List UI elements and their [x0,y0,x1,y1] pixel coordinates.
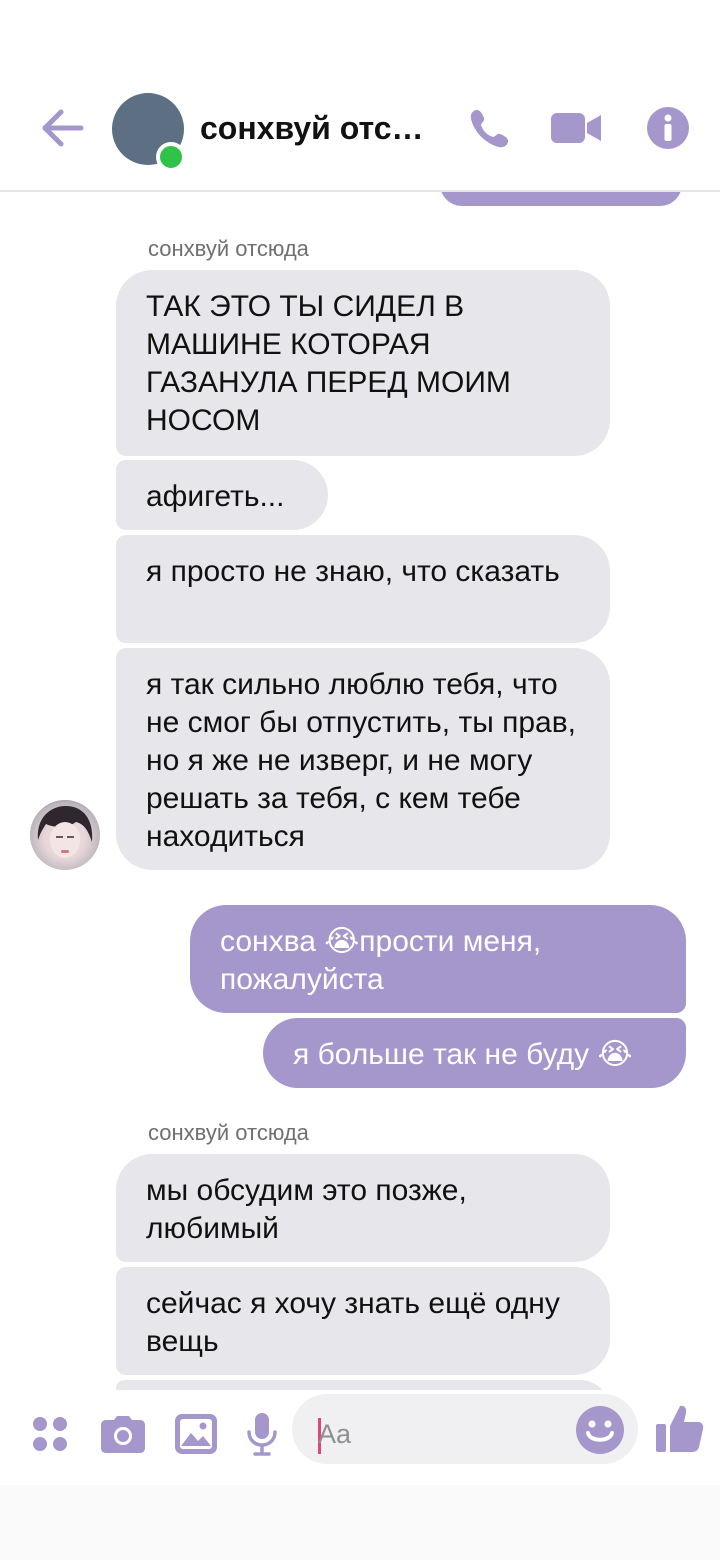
outgoing-message[interactable]: я больше так не буду 😭 [263,1018,686,1088]
apps-grid-icon [30,1414,70,1459]
voice-record-button[interactable] [242,1408,282,1464]
message-composer [0,1390,720,1485]
incoming-message[interactable]: мы обсудим это позже, любимый [116,1154,610,1262]
online-status-indicator [156,142,186,172]
incoming-message[interactable]: сейчас я хочу знать ещё одну вещь [116,1267,610,1375]
like-button[interactable] [654,1402,706,1458]
camera-button[interactable] [98,1408,148,1464]
message-text: я так сильно люблю тебя, что не смог бы … [146,668,576,853]
message-text: я просто не знаю, что сказать [146,555,560,588]
back-arrow-icon [39,108,85,153]
apps-button[interactable] [28,1408,72,1464]
crying-face-emoji: 😭 [324,924,360,959]
message-text: я больше так не буду [293,1038,598,1071]
phone-icon [466,104,514,157]
info-button[interactable] [642,102,694,158]
incoming-message[interactable]: я так сильно люблю тебя, что не смог бы … [116,648,610,870]
thumbs-up-icon [655,1402,705,1459]
message-text-part: сонхва [220,925,325,958]
incoming-message[interactable] [116,1380,610,1390]
microphone-icon [246,1412,278,1461]
message-text: афигеть... [146,480,285,513]
message-text: мы обсудим это позже, любимый [146,1174,467,1245]
sender-avatar[interactable] [30,800,100,870]
incoming-message[interactable]: ТАК ЭТО ТЫ СИДЕЛ В МАШИНЕ КОТОРАЯ ГАЗАНУ… [116,270,610,456]
message-text: сейчас я хочу знать ещё одну вещь [146,1287,560,1358]
gallery-button[interactable] [172,1408,220,1464]
camera-icon [100,1414,146,1459]
chat-header: сонхвуй отсюда [0,0,720,192]
bottom-system-area [0,1485,720,1560]
contact-name[interactable]: сонхвуй отсюда [200,110,440,147]
incoming-message[interactable]: афигеть... [116,460,328,530]
sender-name: сонхвуй отсюда [148,236,309,261]
message-text: ТАК ЭТО ТЫ СИДЕЛ В МАШИНЕ КОТОРАЯ ГАЗАНУ… [146,290,511,437]
outgoing-message-bubble[interactable] [440,192,682,206]
message-list[interactable]: сонхвуй отсюда ТАК ЭТО ТЫ СИДЕЛ В МАШИНЕ… [0,192,720,1390]
sender-name: сонхвуй отсюда [148,1120,309,1145]
call-button[interactable] [462,102,518,158]
gallery-icon [174,1413,218,1460]
emoji-icon [575,1405,625,1460]
info-icon [646,106,690,155]
message-input-placeholder: Aa [318,1419,352,1449]
outgoing-message[interactable]: сонхва 😭прости меня, пожалуйста [190,905,686,1013]
back-button[interactable] [38,108,86,152]
crying-face-emoji: 😭 [597,1037,633,1072]
emoji-button[interactable] [574,1404,626,1460]
video-call-button[interactable] [548,102,604,158]
incoming-message[interactable]: я просто не знаю, что сказать [116,535,610,643]
video-camera-icon [549,110,603,151]
